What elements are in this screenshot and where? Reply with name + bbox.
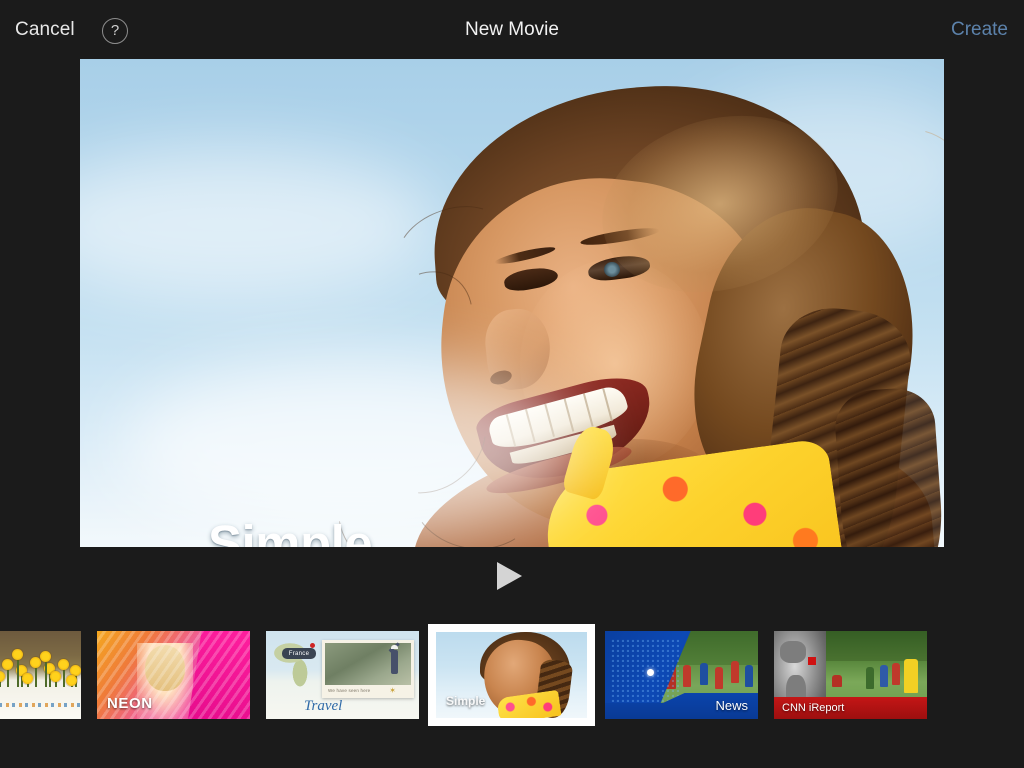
theme-thumbnail-cnn-ireport[interactable]: CNN iReport — [774, 631, 927, 719]
sky-haze — [120, 359, 580, 539]
thumbnail-label: CNN iReport — [782, 702, 845, 714]
top-navigation-bar: Cancel ? New Movie Create — [0, 0, 1024, 59]
create-button[interactable]: Create — [951, 19, 1008, 41]
theme-thumbnail-news[interactable]: News — [605, 631, 758, 719]
theme-preview[interactable]: Simple — [80, 59, 944, 547]
page-title: New Movie — [465, 19, 559, 40]
play-button[interactable] — [497, 562, 522, 590]
theme-thumbnail-bright[interactable] — [0, 631, 81, 719]
thumbnail-label: NEON — [107, 695, 153, 712]
thumbnail-label: Travel — [304, 698, 343, 714]
polaroid-caption: We have seen here — [328, 688, 371, 693]
star-icon: ✶ — [389, 686, 396, 695]
preview-theme-title: Simple — [208, 515, 373, 547]
thumbnail-label: News — [715, 698, 748, 713]
map-tag: France — [282, 648, 316, 659]
theme-thumbnail-neon[interactable]: NEON — [97, 631, 250, 719]
theme-thumbnail-simple[interactable]: Simple — [428, 624, 595, 726]
thumbnail-label: Simple — [446, 694, 486, 708]
theme-thumbnail-travel[interactable]: France We have seen here ✶ Travel — [266, 631, 419, 719]
theme-thumbnail-strip[interactable]: NEON France We have seen here ✶ Travel S… — [0, 624, 1024, 726]
